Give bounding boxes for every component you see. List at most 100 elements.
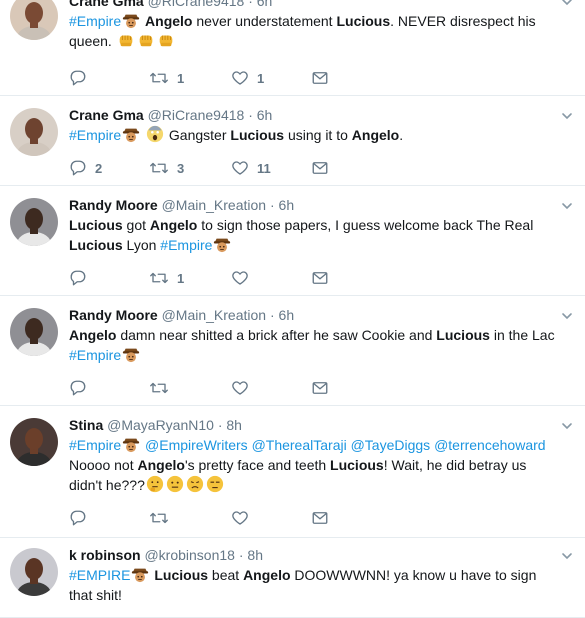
retweet-button[interactable]: [149, 508, 177, 528]
chevron-down-icon[interactable]: [561, 199, 573, 211]
tweet-content: Crane Gma @RiCrane9418 · 6h #Empire Gangs…: [69, 106, 555, 145]
chevron-down-icon[interactable]: [561, 0, 573, 7]
reply-button[interactable]: [69, 68, 95, 88]
text-run: using it to: [284, 127, 352, 143]
heart-icon: [231, 509, 249, 527]
retweet-button[interactable]: 3: [149, 158, 184, 178]
hashtag-link[interactable]: #Empire: [69, 13, 121, 29]
hashtag-link[interactable]: #EMPIRE: [69, 567, 130, 583]
scream-emoji-icon: [145, 125, 165, 143]
text-run: Noooo not: [69, 457, 138, 473]
think-emoji-icon: [145, 475, 165, 493]
tweet[interactable]: Crane Gma @RiCrane9418 · 6h #Empire Gangs…: [0, 96, 585, 186]
timestamp[interactable]: 6h: [257, 107, 273, 123]
avatar[interactable]: [10, 418, 58, 466]
text-run: in the Lac: [489, 327, 555, 343]
hashtag-link[interactable]: @TayeDiggs: [351, 437, 431, 453]
highlighted-term: Angelo: [149, 217, 198, 233]
empire-emoji-icon: [130, 567, 150, 583]
text-run: 's pretty face and teeth: [184, 457, 331, 473]
direct-message-button[interactable]: [311, 268, 329, 288]
text-run: beat: [208, 567, 244, 583]
retweet-button[interactable]: 1: [149, 68, 184, 88]
reply-button[interactable]: [69, 508, 95, 528]
author-name[interactable]: Stina: [69, 417, 103, 433]
tweet[interactable]: Randy Moore @Main_Kreation · 6h Lucious g…: [0, 186, 585, 296]
timestamp[interactable]: 6h: [279, 307, 295, 323]
hashtag-link[interactable]: #Empire: [69, 437, 121, 453]
tweet[interactable]: Stina @MayaRyanN10 · 8h #Empire @EmpireWr…: [0, 406, 585, 538]
tweet-header: Crane Gma @RiCrane9418 · 6h: [69, 0, 555, 10]
direct-message-button[interactable]: [311, 68, 329, 88]
like-button[interactable]: [231, 268, 257, 288]
reply-button[interactable]: [69, 268, 95, 288]
reply-icon: [69, 509, 87, 527]
timestamp[interactable]: 6h: [257, 0, 273, 9]
retweet-button[interactable]: [149, 378, 177, 398]
hashtag-link[interactable]: @terrencehoward: [434, 437, 546, 453]
direct-message-button[interactable]: [311, 158, 329, 178]
highlighted-term: Lucious: [154, 567, 209, 583]
text-run: Gangster: [165, 127, 231, 143]
tweet-header: k robinson @krobinson18 · 8h: [69, 546, 555, 564]
author-name[interactable]: Randy Moore: [69, 307, 158, 323]
envelope-icon: [311, 379, 329, 397]
direct-message-button[interactable]: [311, 378, 329, 398]
author-handle[interactable]: @krobinson18: [144, 547, 235, 563]
like-button[interactable]: [231, 508, 257, 528]
author-name[interactable]: Crane Gma: [69, 107, 144, 123]
author-handle[interactable]: @Main_Kreation: [162, 307, 267, 323]
avatar[interactable]: [10, 308, 58, 356]
like-button[interactable]: [231, 378, 257, 398]
chevron-down-icon[interactable]: [561, 109, 573, 121]
text-run: .: [399, 127, 404, 143]
timestamp[interactable]: 8h: [247, 547, 263, 563]
avatar[interactable]: [10, 0, 58, 40]
highlighted-term: Lucious: [436, 327, 490, 343]
tweet-content: Stina @MayaRyanN10 · 8h #Empire @EmpireWr…: [69, 416, 555, 495]
chevron-down-icon[interactable]: [561, 549, 573, 561]
retweet-icon: [149, 509, 169, 527]
tweet[interactable]: k robinson @krobinson18 · 8h #EMPIRE Luci…: [0, 538, 585, 618]
like-button[interactable]: 11: [231, 158, 271, 178]
empire-emoji-icon: [121, 127, 141, 143]
hashtag-link[interactable]: #Empire: [69, 127, 121, 143]
author-name[interactable]: Crane Gma: [69, 0, 144, 9]
separator-dot: ·: [248, 0, 253, 9]
hashtag-link[interactable]: @TherealTaraji: [252, 437, 347, 453]
retweet-button[interactable]: 1: [149, 268, 184, 288]
author-handle[interactable]: @MayaRyanN10: [107, 417, 214, 433]
highlighted-term: Lucious: [69, 217, 123, 233]
author-handle[interactable]: @Main_Kreation: [162, 197, 267, 213]
highlighted-term: Lucious: [230, 127, 285, 143]
empire-emoji-icon: [121, 347, 141, 363]
reply-button[interactable]: [69, 378, 95, 398]
like-count: 1: [257, 70, 265, 86]
direct-message-button[interactable]: [311, 508, 329, 528]
hashtag-link[interactable]: #Empire: [160, 237, 212, 253]
reply-button[interactable]: 2: [69, 158, 102, 178]
timestamp[interactable]: 6h: [279, 197, 295, 213]
hashtag-link[interactable]: @EmpireWriters: [145, 437, 248, 453]
author-handle[interactable]: @RiCrane9418: [148, 107, 245, 123]
tweet[interactable]: Randy Moore @Main_Kreation · 6h Angelo da…: [0, 296, 585, 406]
separator-dot: ·: [269, 307, 275, 323]
author-name[interactable]: Randy Moore: [69, 197, 158, 213]
tweet-header: Randy Moore @Main_Kreation · 6h: [69, 306, 555, 324]
hashtag-link[interactable]: #Empire: [69, 347, 121, 363]
chevron-down-icon[interactable]: [561, 309, 573, 321]
highlighted-term: Angelo: [137, 457, 185, 473]
envelope-icon: [311, 159, 329, 177]
chevron-down-icon[interactable]: [561, 419, 573, 431]
avatar[interactable]: [10, 108, 58, 156]
reply-icon: [69, 379, 87, 397]
tweet[interactable]: Crane Gma @RiCrane9418 · 6h #Empire Angel…: [0, 0, 585, 96]
highlighted-term: Angelo: [243, 567, 291, 583]
author-handle[interactable]: @RiCrane9418: [148, 0, 245, 9]
avatar[interactable]: [10, 548, 58, 596]
avatar[interactable]: [10, 198, 58, 246]
timestamp[interactable]: 8h: [226, 417, 242, 433]
author-name[interactable]: k robinson: [69, 547, 141, 563]
like-button[interactable]: 1: [231, 68, 264, 88]
separator-dot: ·: [248, 107, 253, 123]
